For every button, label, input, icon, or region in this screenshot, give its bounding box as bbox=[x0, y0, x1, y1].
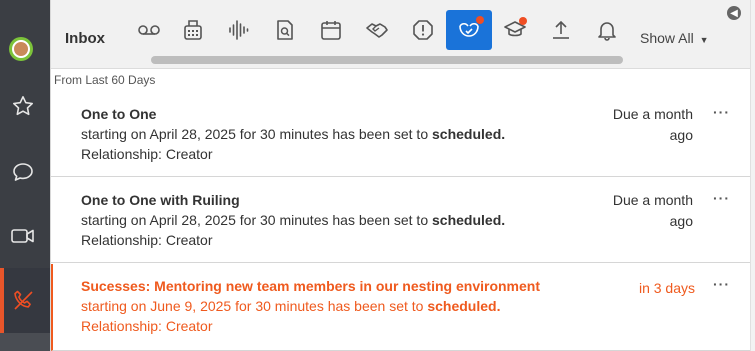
list-item[interactable]: One to One with Ruiling starting on Apri… bbox=[51, 178, 751, 263]
item-title: One to One bbox=[81, 106, 157, 122]
toolbar-scrollbar[interactable] bbox=[151, 56, 623, 64]
user-avatar[interactable] bbox=[9, 37, 33, 61]
chevron-down-icon: ▼ bbox=[699, 35, 709, 45]
item-due-date: Due a month ago bbox=[612, 106, 693, 143]
star-icon[interactable] bbox=[9, 92, 37, 120]
upload-icon[interactable] bbox=[545, 14, 577, 46]
item-description: starting on April 28, 2025 for 30 minute… bbox=[81, 212, 505, 228]
notification-badge bbox=[476, 16, 484, 24]
video-camera-icon[interactable] bbox=[9, 222, 37, 250]
app-sidebar bbox=[0, 0, 50, 351]
handshake-icon[interactable] bbox=[361, 14, 393, 46]
document-search-icon[interactable] bbox=[269, 14, 301, 46]
sidebar-footer bbox=[0, 333, 50, 351]
item-description: starting on June 9, 2025 for 30 minutes … bbox=[81, 298, 500, 314]
list-item[interactable]: One to One starting on April 28, 2025 fo… bbox=[51, 92, 751, 177]
inbox-header: Inbox Show All ▼ ◀ bbox=[51, 0, 751, 69]
item-description: starting on April 28, 2025 for 30 minute… bbox=[81, 126, 505, 142]
item-status: scheduled. bbox=[432, 212, 506, 228]
item-relationship: Relationship: Creator bbox=[81, 146, 213, 162]
active-nav-indicator bbox=[0, 268, 4, 338]
more-options-icon[interactable]: ··· bbox=[713, 190, 730, 206]
bell-icon[interactable] bbox=[591, 14, 623, 46]
audio-waveform-icon[interactable] bbox=[223, 14, 255, 46]
item-description-text: starting on April 28, 2025 for 30 minute… bbox=[81, 126, 432, 142]
fax-icon[interactable] bbox=[177, 14, 209, 46]
more-options-icon[interactable]: ··· bbox=[713, 104, 730, 120]
filter-label: Show All bbox=[640, 30, 694, 46]
item-status: scheduled. bbox=[427, 298, 501, 314]
item-relationship: Relationship: Creator bbox=[81, 318, 213, 334]
avatar-image bbox=[12, 40, 30, 58]
item-description-text: starting on June 9, 2025 for 30 minutes … bbox=[81, 298, 428, 314]
right-edge-panel bbox=[750, 0, 755, 351]
notification-badge bbox=[519, 17, 527, 25]
mentoring-icon[interactable] bbox=[446, 10, 492, 50]
calendar-icon[interactable] bbox=[315, 14, 347, 46]
voicemail-icon[interactable] bbox=[133, 14, 165, 46]
filter-dropdown[interactable]: Show All ▼ bbox=[640, 30, 709, 46]
item-due-date: Due a month ago bbox=[612, 192, 693, 229]
inbox-panel: Inbox Show All ▼ ◀ From Last 60 Days One… bbox=[50, 0, 753, 351]
item-title: One to One with Ruiling bbox=[81, 192, 240, 208]
item-description-text: starting on April 28, 2025 for 30 minute… bbox=[81, 212, 432, 228]
phone-off-icon[interactable] bbox=[9, 286, 37, 314]
item-title: Sucesses: Mentoring new team members in … bbox=[81, 278, 540, 294]
graduation-cap-icon[interactable] bbox=[499, 14, 531, 46]
collapse-arrow-icon[interactable]: ◀ bbox=[727, 6, 741, 20]
item-status: scheduled. bbox=[432, 126, 506, 142]
inbox-title: Inbox bbox=[65, 30, 105, 47]
list-item[interactable]: Sucesses: Mentoring new team members in … bbox=[51, 264, 753, 351]
item-due-date: in 3 days bbox=[638, 280, 695, 296]
date-range-label: From Last 60 Days bbox=[54, 73, 156, 87]
more-options-icon[interactable]: ··· bbox=[713, 276, 730, 292]
alert-icon[interactable] bbox=[407, 14, 439, 46]
item-relationship: Relationship: Creator bbox=[81, 232, 213, 248]
chat-bubble-icon[interactable] bbox=[9, 158, 37, 186]
